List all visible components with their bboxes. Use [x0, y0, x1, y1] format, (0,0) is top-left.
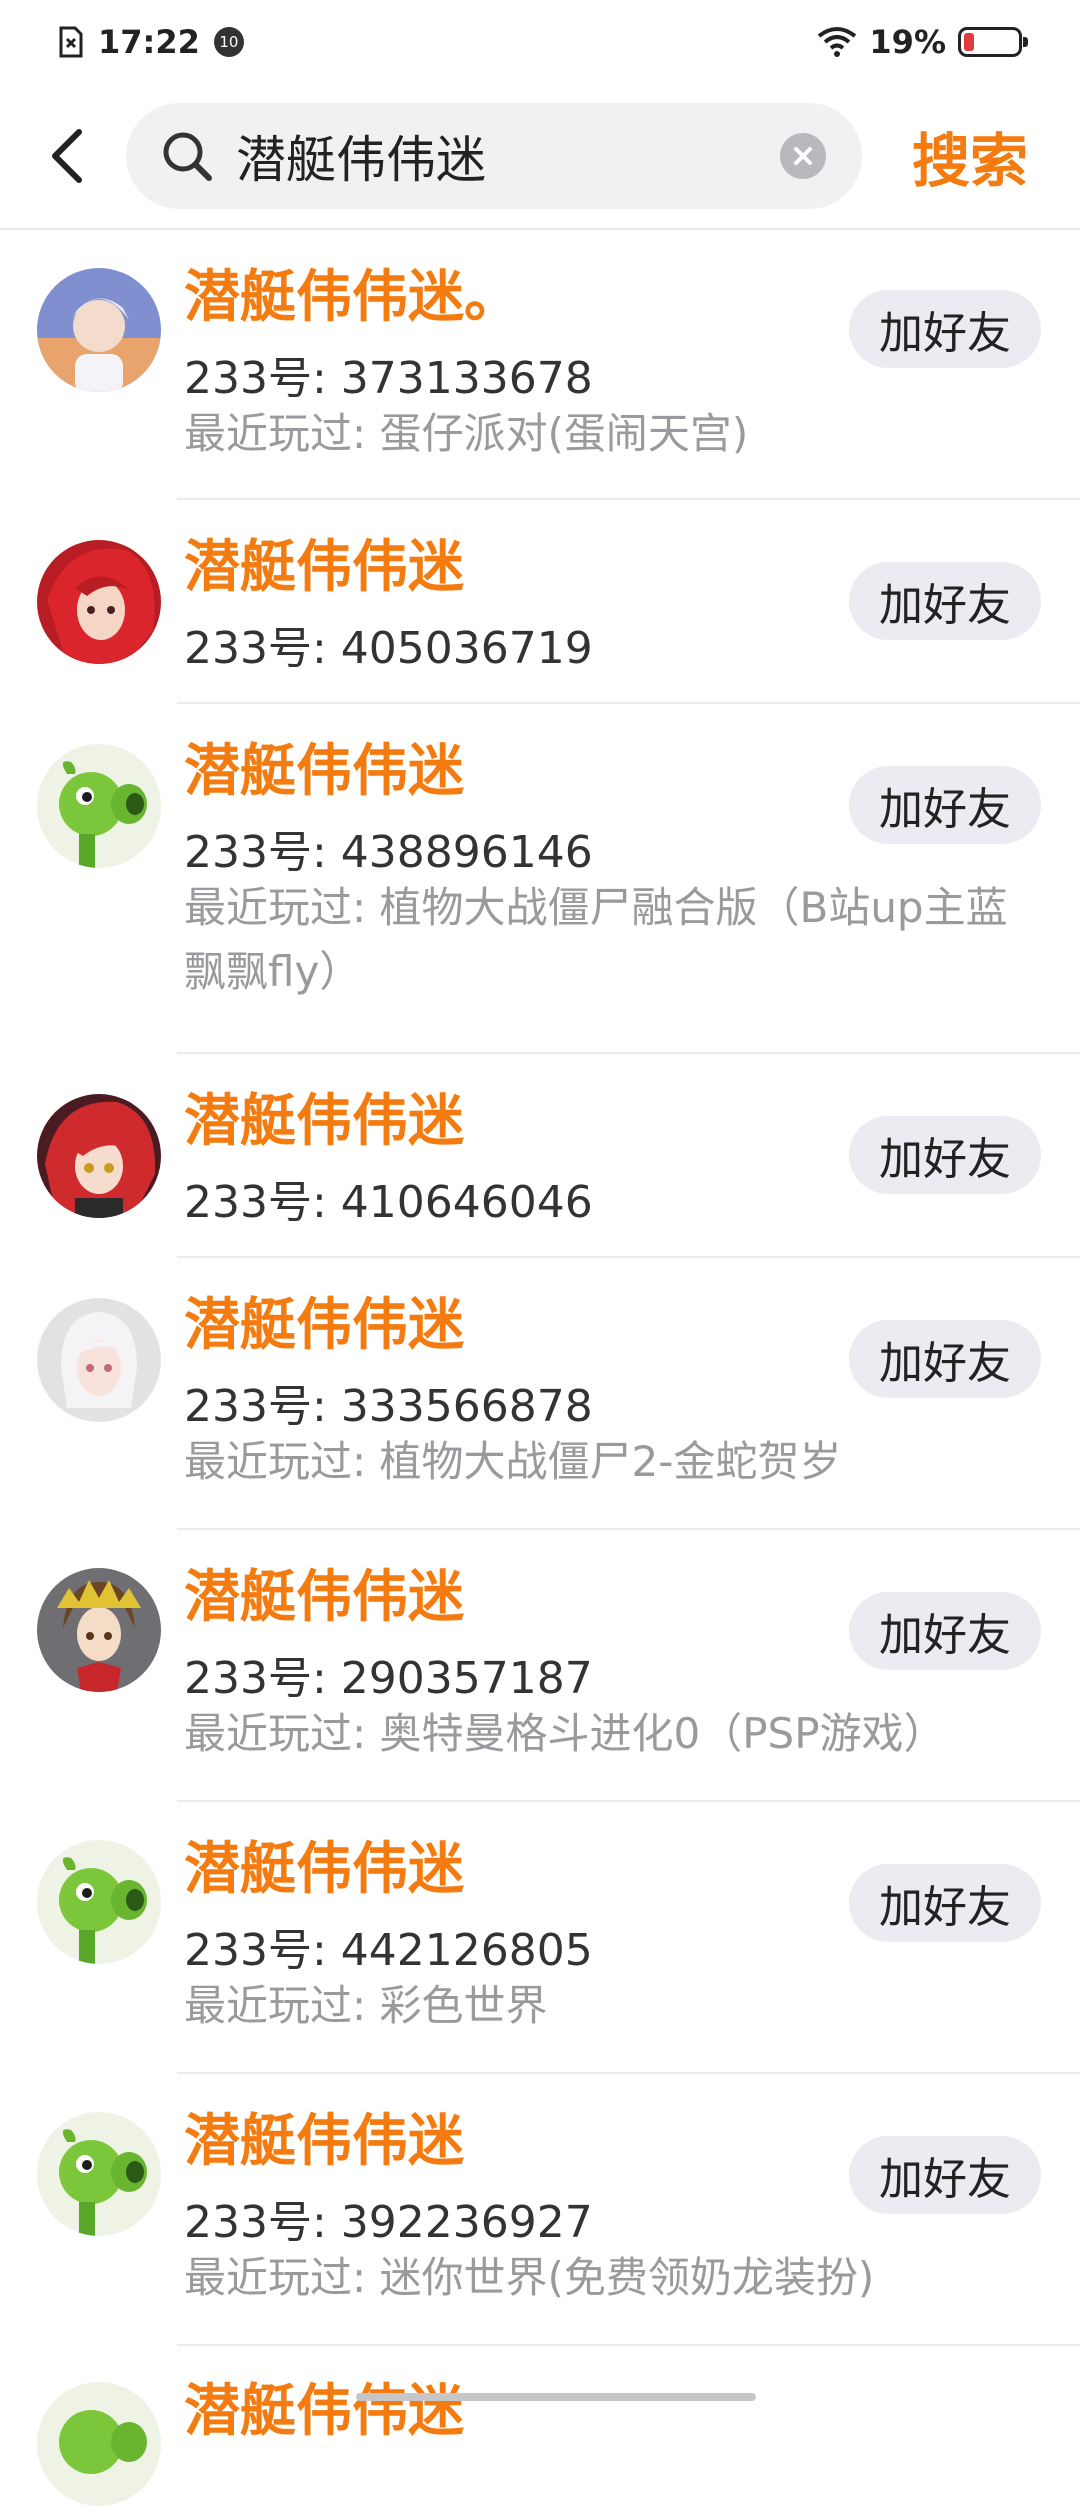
result-row[interactable]: 潜艇伟伟迷 233号: 438896146 最近玩过: 植物大战僵尸融合版（B站… — [0, 704, 1080, 1054]
user-name: 潜艇伟伟迷 — [184, 535, 464, 600]
status-time: 17:22 — [98, 23, 200, 61]
search-icon — [160, 129, 214, 183]
search-input[interactable] — [234, 126, 758, 186]
user-name: 潜艇伟伟迷。 — [184, 265, 520, 330]
battery-percent: 19% — [869, 23, 946, 61]
search-header: 搜索 — [0, 98, 1080, 214]
notification-badge: 10 — [213, 27, 244, 57]
home-indicator[interactable] — [356, 2393, 756, 2401]
recently-played: 最近玩过: 奥特曼格斗进化0（PSP游戏） — [184, 1709, 946, 1758]
result-row[interactable]: 潜艇伟伟迷。 233号: 373133678 最近玩过: 蛋仔派对(蛋闹天宫) … — [0, 230, 1080, 500]
add-friend-button[interactable]: 加好友 — [849, 290, 1041, 368]
recently-played: 最近玩过: 植物大战僵尸2-金蛇贺岁 — [184, 1437, 842, 1486]
user-id: 233号: 410646046 — [184, 1177, 593, 1228]
avatar — [37, 744, 161, 868]
user-id: 233号: 438896146 — [184, 827, 593, 878]
result-row[interactable]: 潜艇伟伟迷 233号: 290357187 最近玩过: 奥特曼格斗进化0（PSP… — [0, 1530, 1080, 1802]
user-name: 潜艇伟伟迷 — [184, 1089, 464, 1154]
status-left: 17:22 10 — [58, 23, 244, 61]
status-right: 19% — [817, 23, 1028, 61]
recently-played: 最近玩过: 植物大战僵尸融合版（B站up主蓝飘飘fly） — [184, 883, 1008, 996]
avatar — [37, 268, 161, 392]
user-id: 233号: 333566878 — [184, 1381, 593, 1432]
avatar — [37, 2112, 161, 2236]
result-row[interactable]: 潜艇伟伟迷 233号: 442126805 最近玩过: 彩色世界 加好友 — [0, 1802, 1080, 2074]
result-row[interactable]: 潜艇伟伟迷 233号: 405036719 加好友 — [0, 500, 1080, 704]
result-row[interactable]: 潜艇伟伟迷 233号: 410646046 加好友 — [0, 1054, 1080, 1258]
avatar — [37, 1094, 161, 1218]
avatar — [37, 1568, 161, 1692]
add-friend-button[interactable]: 加好友 — [849, 1864, 1041, 1942]
wifi-icon — [818, 27, 857, 57]
avatar — [37, 540, 161, 664]
search-box[interactable] — [126, 103, 862, 209]
recently-played: 最近玩过: 迷你世界(免费领奶龙装扮) — [184, 2253, 875, 2302]
user-id: 233号: 290357187 — [184, 1653, 593, 1704]
back-button[interactable] — [32, 121, 102, 191]
avatar — [37, 1840, 161, 1964]
user-id: 233号: 442126805 — [184, 1925, 593, 1976]
user-id: 233号: 392236927 — [184, 2197, 593, 2248]
chevron-left-icon — [52, 129, 82, 183]
close-icon — [794, 147, 812, 165]
result-row[interactable]: 潜艇伟伟迷 — [0, 2346, 1080, 2506]
user-name: 潜艇伟伟迷 — [184, 2379, 464, 2444]
user-name: 潜艇伟伟迷 — [184, 1293, 464, 1358]
result-row[interactable]: 潜艇伟伟迷 233号: 333566878 最近玩过: 植物大战僵尸2-金蛇贺岁… — [0, 1258, 1080, 1530]
avatar — [37, 2382, 161, 2506]
avatar — [37, 1298, 161, 1422]
search-results: 潜艇伟伟迷。 233号: 373133678 最近玩过: 蛋仔派对(蛋闹天宫) … — [0, 230, 1080, 2506]
add-friend-button[interactable]: 加好友 — [849, 562, 1041, 640]
user-id: 233号: 405036719 — [184, 623, 593, 674]
user-name: 潜艇伟伟迷 — [184, 2109, 464, 2174]
user-name: 潜艇伟伟迷 — [184, 739, 464, 804]
sim-icon — [59, 26, 83, 58]
recently-played: 最近玩过: 蛋仔派对(蛋闹天宫) — [184, 409, 749, 458]
user-name: 潜艇伟伟迷 — [184, 1837, 464, 1902]
search-submit-button[interactable]: 搜索 — [912, 114, 1028, 198]
add-friend-button[interactable]: 加好友 — [849, 1592, 1041, 1670]
recently-played: 最近玩过: 彩色世界 — [184, 1981, 548, 2030]
battery-icon — [958, 27, 1028, 57]
add-friend-button[interactable]: 加好友 — [849, 766, 1041, 844]
battery-level — [964, 33, 974, 51]
status-bar: 17:22 10 19% — [0, 0, 1080, 84]
add-friend-button[interactable]: 加好友 — [849, 1116, 1041, 1194]
clear-search-button[interactable] — [780, 133, 826, 179]
user-id: 233号: 373133678 — [184, 353, 593, 404]
add-friend-button[interactable]: 加好友 — [849, 2136, 1041, 2214]
result-row[interactable]: 潜艇伟伟迷 233号: 392236927 最近玩过: 迷你世界(免费领奶龙装扮… — [0, 2074, 1080, 2346]
user-name: 潜艇伟伟迷 — [184, 1565, 464, 1630]
add-friend-button[interactable]: 加好友 — [849, 1320, 1041, 1398]
